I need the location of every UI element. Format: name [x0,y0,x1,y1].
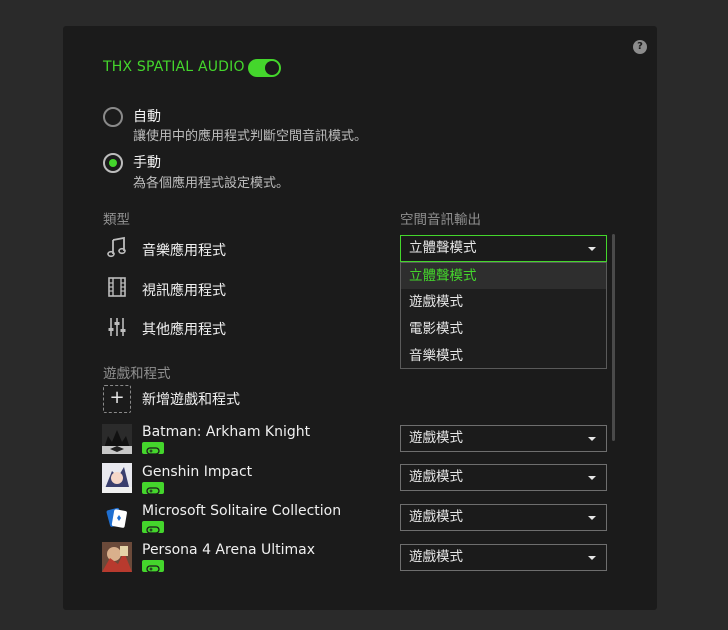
chevron-down-icon [588,247,596,251]
batman-output-select[interactable]: 遊戲模式 [400,425,607,452]
type-column-header: 類型 [103,212,130,228]
app-name-genshin: Genshin Impact [142,464,253,480]
persona-output-select[interactable]: 遊戲模式 [400,544,607,571]
help-question-icon[interactable]: ? [633,40,647,54]
auto-mode-label: 自動 [133,109,161,125]
scrollbar[interactable] [612,234,615,441]
games-programs-header: 遊戲和程式 [103,366,171,382]
output-mode-dropdown-menu: 立體聲模式 遊戲模式 電影模式 音樂模式 [400,262,607,369]
solitaire-thumbnail [102,503,132,533]
persona-thumbnail [102,542,132,572]
manual-mode-label: 手動 [133,155,161,171]
film-icon [108,277,126,297]
auto-mode-description: 讓使用中的應用程式判斷空間音訊模式。 [133,129,368,144]
manual-mode-description: 為各個應用程式設定模式。 [133,176,290,191]
batman-thumbnail [102,424,132,454]
select-value: 遊戲模式 [409,509,463,525]
category-other-apps: 其他應用程式 [142,322,226,338]
chevron-down-icon [588,556,596,560]
chevron-down-icon [588,516,596,520]
add-app-button[interactable]: + [103,385,131,413]
category-music-apps: 音樂應用程式 [142,243,226,259]
app-name-solitaire: Microsoft Solitaire Collection [142,503,342,519]
menu-option-game[interactable]: 遊戲模式 [401,289,606,315]
solitaire-output-select[interactable]: 遊戲模式 [400,504,607,531]
app-name-batman: Batman: Arkham Knight [142,424,311,440]
radio-selected-dot [109,159,117,167]
manual-mode-radio[interactable] [103,153,123,173]
genshin-thumbnail [102,463,132,493]
sliders-icon [108,318,126,336]
gamepad-icon [142,521,164,534]
menu-option-movie[interactable]: 電影模式 [401,316,606,342]
menu-option-music[interactable]: 音樂模式 [401,343,606,369]
thx-spatial-audio-toggle[interactable] [248,59,281,77]
menu-option-stereo[interactable]: 立體聲模式 [401,263,606,289]
toggle-knob [265,61,279,75]
chevron-down-icon [588,476,596,480]
add-app-label[interactable]: 新增遊戲和程式 [142,389,240,409]
chevron-down-icon [588,437,596,441]
select-value: 遊戲模式 [409,430,463,446]
select-value: 遊戲模式 [409,469,463,485]
genshin-output-select[interactable]: 遊戲模式 [400,464,607,491]
select-value: 遊戲模式 [409,549,463,565]
gamepad-icon [142,482,164,495]
thx-spatial-audio-title: THX SPATIAL AUDIO [103,59,245,75]
spatial-output-column-header: 空間音訊輸出 [400,212,481,228]
select-value: 立體聲模式 [409,240,477,256]
app-name-persona: Persona 4 Arena Ultimax [142,542,315,558]
category-video-apps: 視訊應用程式 [142,283,226,299]
gamepad-icon [142,442,164,455]
thx-settings-panel: ? THX SPATIAL AUDIO 自動 讓使用中的應用程式判斷空間音訊模式… [63,26,657,610]
plus-icon: + [109,387,125,408]
auto-mode-radio[interactable] [103,107,123,127]
gamepad-icon [142,560,164,573]
music-note-icon [107,236,126,258]
music-apps-output-select[interactable]: 立體聲模式 [400,235,607,262]
